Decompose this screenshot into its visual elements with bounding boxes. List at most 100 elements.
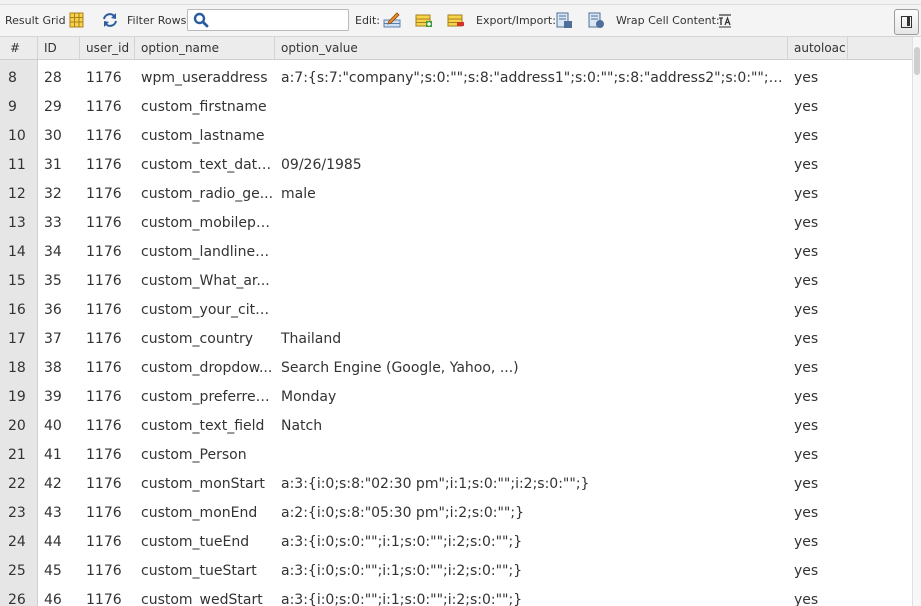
table-row[interactable]: 14 34 1176 custom_landlinep... yes — [0, 234, 912, 263]
column-header-id[interactable]: ID — [38, 37, 80, 59]
refresh-icon[interactable] — [101, 11, 119, 29]
row-number[interactable]: 16 — [0, 292, 38, 321]
cell-option-name[interactable]: custom_Person — [135, 437, 275, 466]
cell-autoload[interactable]: yes — [788, 118, 848, 147]
cell-option-value[interactable] — [275, 292, 788, 321]
cell-option-value[interactable] — [275, 118, 788, 147]
cell-autoload[interactable]: yes — [788, 379, 848, 408]
export-icon[interactable] — [555, 11, 573, 29]
row-number[interactable]: 15 — [0, 263, 38, 292]
insert-row-icon[interactable] — [415, 11, 433, 29]
column-header-rownum[interactable]: # — [0, 37, 38, 59]
row-number[interactable]: 9 — [0, 89, 38, 118]
cell-option-value[interactable] — [275, 437, 788, 466]
cell-autoload[interactable]: yes — [788, 350, 848, 379]
cell-option-value[interactable]: a:3:{i:0;s:0:"";i:1;s:0:"";i:2;s:0:"";} — [275, 553, 788, 582]
cell-user-id[interactable]: 1176 — [80, 582, 135, 606]
row-number[interactable]: 23 — [0, 495, 38, 524]
cell-option-name[interactable]: custom_your_cityl... — [135, 292, 275, 321]
cell-option-value[interactable]: Thailand — [275, 321, 788, 350]
table-row[interactable]: 11 31 1176 custom_text_date... 09/26/198… — [0, 147, 912, 176]
row-number[interactable]: 18 — [0, 350, 38, 379]
row-number[interactable]: 14 — [0, 234, 38, 263]
table-row[interactable]: 12 32 1176 custom_radio_ge... male yes — [0, 176, 912, 205]
table-row[interactable]: 18 38 1176 custom_dropdow... Search Engi… — [0, 350, 912, 379]
cell-user-id[interactable]: 1176 — [80, 466, 135, 495]
cell-id[interactable]: 44 — [38, 524, 80, 553]
filter-rows-input[interactable] — [187, 9, 349, 31]
cell-option-name[interactable]: custom_firstname — [135, 89, 275, 118]
row-number[interactable]: 12 — [0, 176, 38, 205]
cell-option-value[interactable] — [275, 263, 788, 292]
table-row[interactable]: 16 36 1176 custom_your_cityl... yes — [0, 292, 912, 321]
row-number[interactable]: 26 — [0, 582, 38, 606]
cell-option-name[interactable]: custom_dropdow... — [135, 350, 275, 379]
cell-user-id[interactable]: 1176 — [80, 292, 135, 321]
row-number[interactable]: 24 — [0, 524, 38, 553]
grid-icon[interactable] — [68, 11, 86, 29]
cell-autoload[interactable]: yes — [788, 408, 848, 437]
cell-user-id[interactable]: 1176 — [80, 553, 135, 582]
cell-user-id[interactable]: 1176 — [80, 263, 135, 292]
cell-autoload[interactable]: yes — [788, 466, 848, 495]
cell-user-id[interactable]: 1176 — [80, 321, 135, 350]
cell-option-name[interactable]: custom_tueStart — [135, 553, 275, 582]
cell-option-value[interactable]: Monday — [275, 379, 788, 408]
cell-option-name[interactable]: custom_monEnd — [135, 495, 275, 524]
cell-id[interactable]: 43 — [38, 495, 80, 524]
cell-option-value[interactable]: male — [275, 176, 788, 205]
column-header-option-name[interactable]: option_name — [135, 37, 275, 59]
cell-id[interactable]: 29 — [38, 89, 80, 118]
cell-autoload[interactable]: yes — [788, 437, 848, 466]
cell-option-name[interactable]: custom_radio_ge... — [135, 176, 275, 205]
row-number[interactable]: 11 — [0, 147, 38, 176]
column-header-option-value[interactable]: option_value — [275, 37, 788, 59]
table-row[interactable]: 8 28 1176 wpm_useraddress a:7:{s:7:"comp… — [0, 60, 912, 89]
row-number[interactable]: 22 — [0, 466, 38, 495]
table-row[interactable]: 19 39 1176 custom_preferred... Monday ye… — [0, 379, 912, 408]
edit-row-icon[interactable] — [383, 11, 401, 29]
cell-option-name[interactable]: custom_landlinep... — [135, 234, 275, 263]
table-row[interactable]: 13 33 1176 custom_mobileph... yes — [0, 205, 912, 234]
table-row[interactable]: 21 41 1176 custom_Person yes — [0, 437, 912, 466]
cell-option-name[interactable]: custom_mobileph... — [135, 205, 275, 234]
cell-option-name[interactable]: custom_preferred... — [135, 379, 275, 408]
cell-id[interactable]: 37 — [38, 321, 80, 350]
cell-option-value[interactable] — [275, 89, 788, 118]
cell-option-name[interactable]: wpm_useraddress — [135, 60, 275, 89]
cell-id[interactable]: 33 — [38, 205, 80, 234]
cell-option-name[interactable]: custom_tueEnd — [135, 524, 275, 553]
cell-id[interactable]: 31 — [38, 147, 80, 176]
table-row[interactable]: 17 37 1176 custom_country Thailand yes — [0, 321, 912, 350]
cell-autoload[interactable]: yes — [788, 524, 848, 553]
table-row[interactable]: 25 45 1176 custom_tueStart a:3:{i:0;s:0:… — [0, 553, 912, 582]
cell-user-id[interactable]: 1176 — [80, 524, 135, 553]
cell-option-value[interactable]: Natch — [275, 408, 788, 437]
import-icon[interactable] — [587, 11, 605, 29]
cell-option-value[interactable]: Search Engine (Google, Yahoo, ...) — [275, 350, 788, 379]
cell-option-value[interactable]: a:7:{s:7:"company";s:0:"";s:8:"address1"… — [275, 60, 788, 89]
cell-option-name[interactable]: custom_wedStart — [135, 582, 275, 606]
cell-id[interactable]: 35 — [38, 263, 80, 292]
table-row[interactable]: 20 40 1176 custom_text_field Natch yes — [0, 408, 912, 437]
row-number[interactable]: 21 — [0, 437, 38, 466]
cell-option-name[interactable]: custom_country — [135, 321, 275, 350]
cell-autoload[interactable]: yes — [788, 582, 848, 606]
cell-user-id[interactable]: 1176 — [80, 234, 135, 263]
cell-id[interactable]: 45 — [38, 553, 80, 582]
side-panel-toggle-button[interactable] — [894, 9, 919, 35]
row-number[interactable]: 20 — [0, 408, 38, 437]
cell-user-id[interactable]: 1176 — [80, 379, 135, 408]
cell-id[interactable]: 34 — [38, 234, 80, 263]
row-number[interactable]: 17 — [0, 321, 38, 350]
cell-autoload[interactable]: yes — [788, 205, 848, 234]
cell-autoload[interactable]: yes — [788, 60, 848, 89]
cell-autoload[interactable]: yes — [788, 495, 848, 524]
cell-id[interactable]: 41 — [38, 437, 80, 466]
table-row[interactable]: 24 44 1176 custom_tueEnd a:3:{i:0;s:0:""… — [0, 524, 912, 553]
cell-option-value[interactable]: a:3:{i:0;s:0:"";i:1;s:0:"";i:2;s:0:"";} — [275, 524, 788, 553]
cell-user-id[interactable]: 1176 — [80, 205, 135, 234]
vertical-scrollbar[interactable] — [912, 37, 921, 606]
cell-autoload[interactable]: yes — [788, 147, 848, 176]
row-number[interactable]: 25 — [0, 553, 38, 582]
